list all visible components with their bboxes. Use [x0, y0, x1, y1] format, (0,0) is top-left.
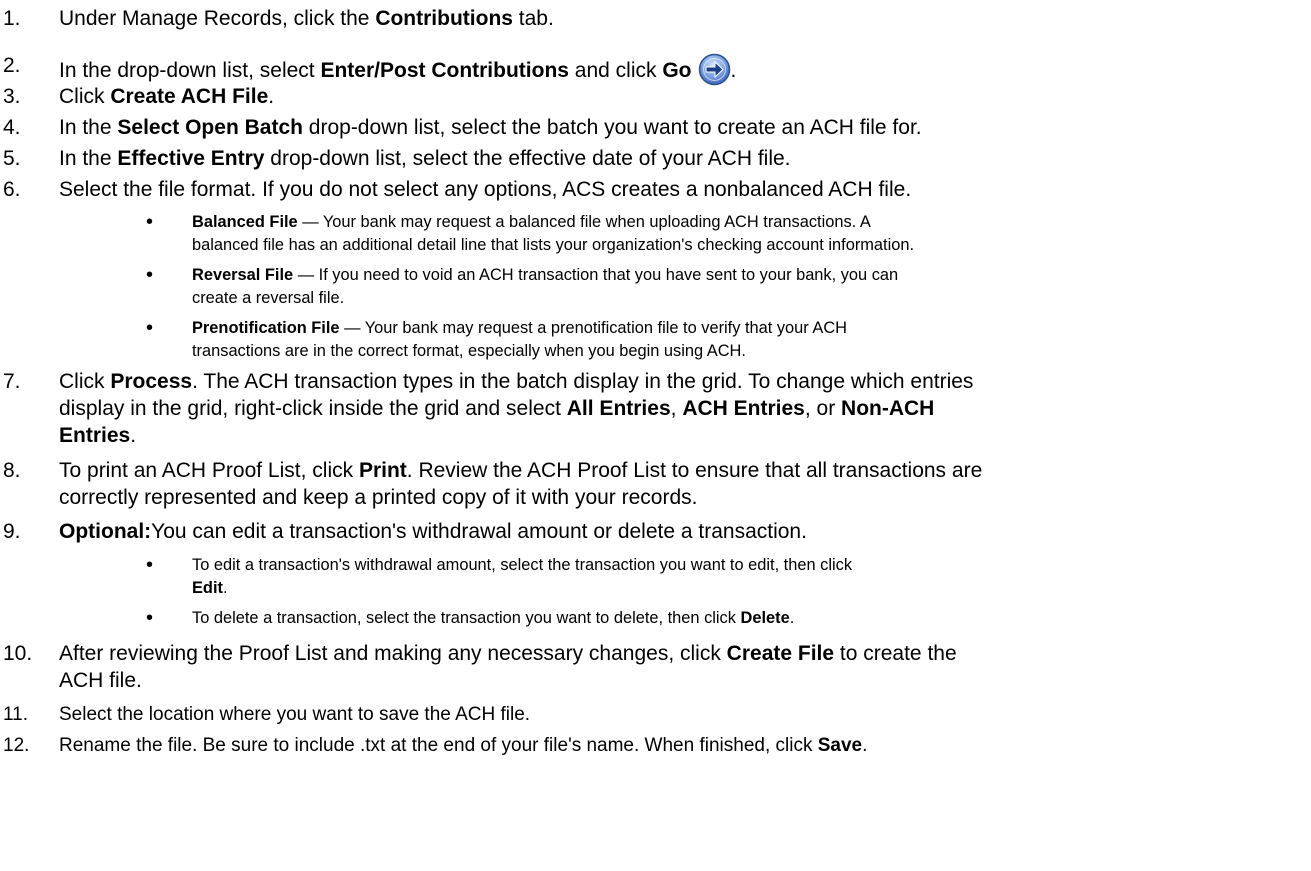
step-text: In the Select Open Batch drop-down list,… — [59, 116, 922, 139]
step-number: 5. — [3, 147, 21, 170]
bullet-icon: • — [146, 317, 154, 339]
step-number: 7. — [3, 370, 21, 393]
instructions-document: 1. Under Manage Records, click the Contr… — [3, 7, 983, 756]
bullet-icon: • — [146, 211, 154, 233]
step-text: Click Process. The ACH transaction types… — [59, 370, 974, 393]
step-text: Rename the file. Be sure to include .txt… — [59, 735, 868, 756]
bullet-icon: • — [146, 554, 154, 576]
step-number: 8. — [3, 459, 21, 482]
step-text: To print an ACH Proof List, click Print.… — [59, 459, 983, 482]
step-text: After reviewing the Proof List and makin… — [59, 642, 957, 665]
step-number: 3. — [3, 85, 21, 108]
step-text: Click Create ACH File. — [59, 85, 275, 108]
step-text: Under Manage Records, click the Contribu… — [59, 7, 554, 30]
step-number: 10. — [3, 642, 33, 665]
step-text: In the drop-down list, select Enter/Post… — [59, 53, 736, 86]
step-number: 1. — [3, 7, 21, 30]
go-arrow-icon — [698, 53, 731, 86]
step-text: In the Effective Entry drop-down list, s… — [59, 147, 791, 170]
step-number: 9. — [3, 520, 21, 543]
bullet-icon: • — [146, 264, 154, 286]
step-number: 12. — [3, 735, 30, 756]
step-text: Optional:You can edit a transaction's wi… — [59, 520, 807, 543]
bullet-icon: • — [146, 607, 154, 629]
step-number: 4. — [3, 116, 21, 139]
step-number: 11. — [3, 704, 29, 725]
step-text: Select the location where you want to sa… — [59, 704, 531, 725]
step-number: 2. — [3, 54, 21, 77]
step-number: 6. — [3, 178, 21, 201]
step-text: Select the file format. If you do not se… — [59, 178, 912, 201]
